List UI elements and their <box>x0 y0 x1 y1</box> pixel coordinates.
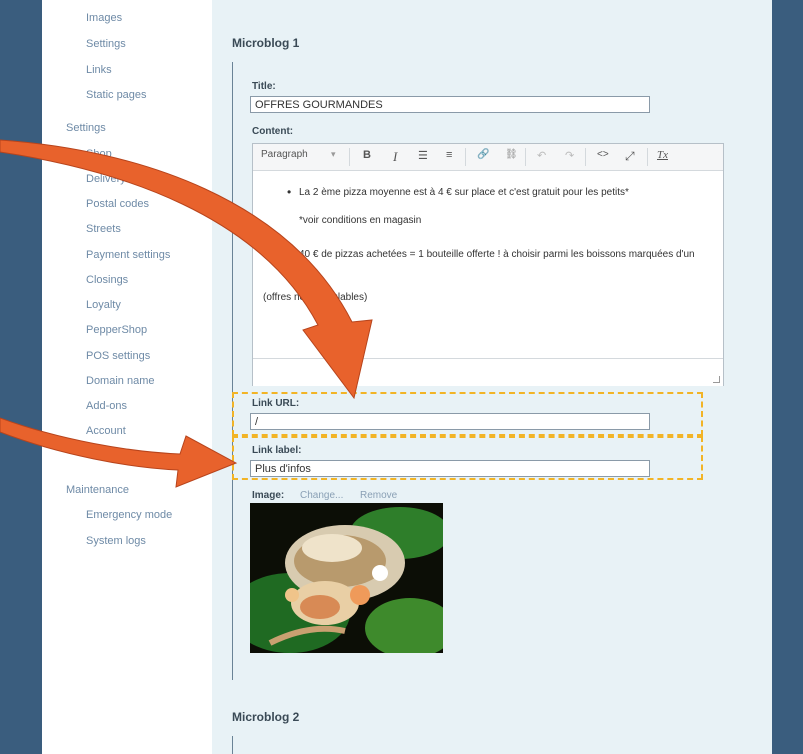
link-label-highlight <box>232 436 703 480</box>
sidebar-item-streets[interactable]: Streets <box>86 223 121 235</box>
content-footer: (offres non cumulables) <box>263 292 368 303</box>
image-change-link[interactable]: Change... <box>300 490 343 501</box>
microblog-image <box>250 503 443 653</box>
sidebar-item-links[interactable]: Links <box>86 64 112 76</box>
admin-page: Images Settings Links Static pages Setti… <box>42 0 772 754</box>
sidebar-item-postal-codes[interactable]: Postal codes <box>86 198 149 210</box>
microblog2-title: Microblog 2 <box>232 710 300 724</box>
main-content: Microblog 1 Title: OFFRES GOURMANDES Con… <box>212 0 772 754</box>
content-bullet-1: La 2 ème pizza moyenne est à 4 € sur pla… <box>299 187 629 198</box>
editor-toolbar: Paragraph ▾ B I ☰ ≡ 🔗 ⛓ ↶ ↷ <> ⤢ Tx <box>253 144 723 171</box>
sidebar-item-add-ons[interactable]: Add-ons <box>86 400 127 412</box>
toolbar-divider <box>525 148 526 166</box>
source-code-icon[interactable]: <> <box>597 149 609 160</box>
sidebar-item-loyalty[interactable]: Loyalty <box>86 299 121 311</box>
sidebar-item-account[interactable]: Account <box>86 425 126 437</box>
bullet-list-icon[interactable]: ≡ <box>446 149 452 161</box>
sidebar-item-system-logs[interactable]: System logs <box>86 535 146 547</box>
microblog1-title: Microblog 1 <box>232 36 300 50</box>
redo-icon[interactable]: ↷ <box>565 149 574 162</box>
sidebar-item-settings-cms[interactable]: Settings <box>86 38 126 50</box>
content-label: Content: <box>252 126 294 137</box>
sidebar-section-settings: Settings <box>66 122 106 134</box>
sidebar-item-closings[interactable]: Closings <box>86 274 128 286</box>
sidebar-item-emergency-mode[interactable]: Emergency mode <box>86 509 172 521</box>
undo-icon[interactable]: ↶ <box>537 149 546 162</box>
format-dropdown[interactable]: Paragraph <box>261 149 308 160</box>
sidebar-item-delivery-settings[interactable]: Delivery settings <box>86 173 167 185</box>
toolbar-divider <box>647 148 648 166</box>
sidebar-item-images[interactable]: Images <box>86 12 122 24</box>
title-label: Title: <box>252 81 276 92</box>
microblog2-divider <box>232 736 233 754</box>
fullscreen-icon[interactable]: ⤢ <box>625 149 635 164</box>
sidebar-item-domain-name[interactable]: Domain name <box>86 375 154 387</box>
sidebar: Images Settings Links Static pages Setti… <box>42 0 212 754</box>
chevron-down-icon[interactable]: ▾ <box>331 149 336 160</box>
image-label: Image: <box>252 490 285 501</box>
toolbar-divider <box>465 148 466 166</box>
bullet-icon: • <box>287 185 292 199</box>
editor-statusbar <box>253 358 723 386</box>
link-url-highlight <box>232 392 703 436</box>
toolbar-divider <box>585 148 586 166</box>
content-bullet-2: 40 € de pizzas achetées = 1 bouteille of… <box>299 249 695 273</box>
clear-format-icon[interactable]: Tx <box>657 149 668 161</box>
rich-text-editor[interactable]: Paragraph ▾ B I ☰ ≡ 🔗 ⛓ ↶ ↷ <> ⤢ Tx • La… <box>252 143 724 386</box>
italic-icon[interactable]: I <box>393 149 397 165</box>
content-bullet-1-note: *voir conditions en magasin <box>299 215 422 226</box>
ordered-list-icon[interactable]: ☰ <box>418 149 428 162</box>
bold-icon[interactable]: B <box>363 149 371 161</box>
sidebar-item-shop[interactable]: Shop <box>86 148 112 160</box>
sidebar-section-maintenance: Maintenance <box>66 484 129 496</box>
sidebar-item-pos-settings[interactable]: POS settings <box>86 350 150 362</box>
link-icon[interactable]: 🔗 <box>477 149 489 160</box>
title-input[interactable]: OFFRES GOURMANDES <box>250 96 650 113</box>
sidebar-item-static-pages[interactable]: Static pages <box>86 89 147 101</box>
window-frame-left <box>0 0 42 754</box>
resize-handle-icon[interactable] <box>713 376 720 383</box>
unlink-icon[interactable]: ⛓ <box>505 149 518 160</box>
window-frame-right <box>772 0 803 754</box>
image-remove-link[interactable]: Remove <box>360 490 397 501</box>
sidebar-item-peppershop[interactable]: PepperShop <box>86 324 147 336</box>
bullet-icon: • <box>287 247 292 261</box>
sidebar-item-payment-settings[interactable]: Payment settings <box>86 249 170 261</box>
toolbar-divider <box>349 148 350 166</box>
microblog1-divider <box>232 62 233 680</box>
